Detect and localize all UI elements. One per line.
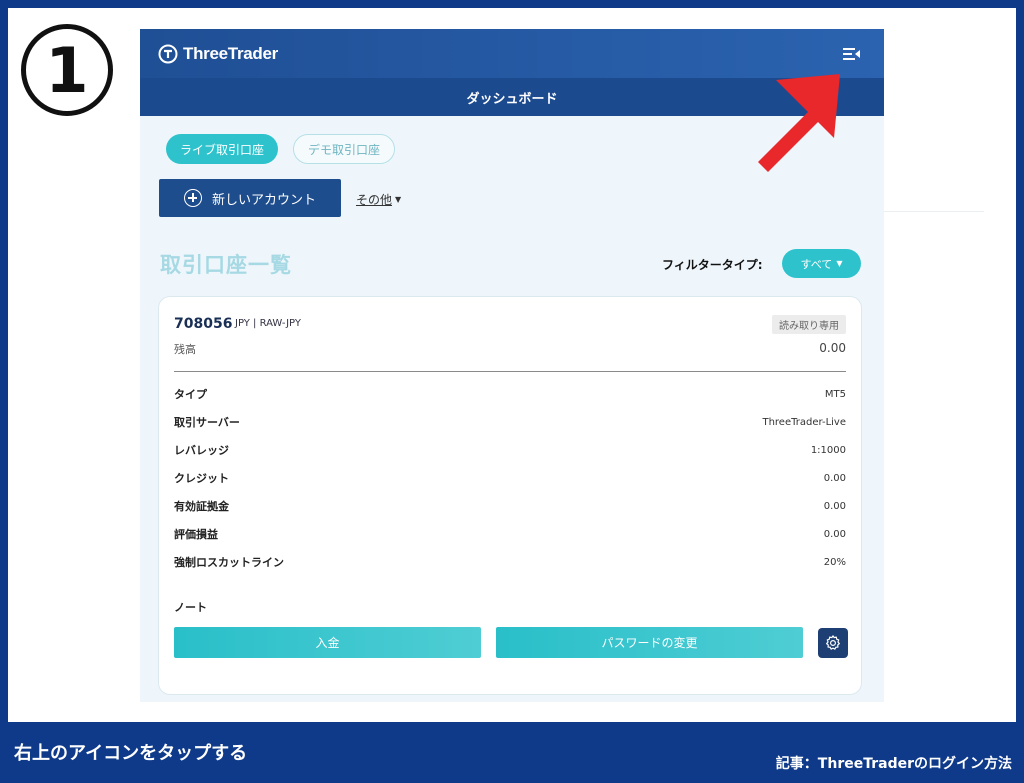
tab-live-account[interactable]: ライブ取引口座: [166, 134, 279, 164]
detail-label: 取引サーバー: [174, 416, 240, 429]
gear-icon: [826, 634, 840, 650]
detail-row-leverage: レバレッジ 1:1000: [174, 443, 846, 457]
change-password-button[interactable]: パスワードの変更: [496, 627, 803, 658]
account-meta: JPY | RAW-JPY: [235, 318, 301, 329]
caret-down-icon: ▼: [836, 259, 843, 268]
step-number-badge: 1: [21, 24, 113, 116]
threetrader-logo-icon: [158, 44, 178, 63]
detail-row-type: タイプ MT5: [174, 387, 846, 401]
balance-label: 残高: [174, 343, 196, 356]
detail-label: タイプ: [174, 388, 207, 401]
filter-type-label: フィルタータイプ:: [662, 258, 763, 272]
step-number: 1: [45, 33, 89, 107]
detail-value: 20%: [823, 556, 846, 568]
plus-circle-icon: [183, 189, 202, 207]
account-id: 708056: [174, 316, 233, 332]
dashboard-title: ダッシュボード: [466, 91, 558, 107]
tab-demo-account[interactable]: デモ取引口座: [293, 134, 396, 164]
red-arrow-icon: [758, 74, 840, 172]
brand-logo[interactable]: ThreeTrader: [158, 44, 278, 64]
deposit-button[interactable]: 入金: [174, 627, 481, 658]
read-only-badge: 読み取り専用: [772, 315, 846, 334]
detail-row-pnl: 評価損益 0.00: [174, 527, 846, 541]
filter-type-dropdown[interactable]: すべて ▼: [782, 249, 861, 278]
detail-value: ThreeTrader-Live: [762, 416, 846, 428]
detail-value: 0.00: [823, 528, 846, 540]
caption-article: 記事：ThreeTraderのログイン方法: [775, 756, 1012, 772]
account-type-tabs: ライブ取引口座 デモ取引口座: [166, 134, 396, 164]
new-account-label: 新しいアカウント: [211, 192, 316, 208]
balance-value: 0.00: [819, 341, 846, 355]
settings-button[interactable]: [818, 627, 848, 658]
filter-type-value: すべて: [800, 257, 833, 271]
detail-label: 強制ロスカットライン: [174, 556, 284, 569]
detail-value: MT5: [824, 388, 846, 400]
divider: [174, 371, 846, 372]
others-dropdown[interactable]: その他 ▼: [356, 191, 401, 208]
note-label: ノート: [174, 601, 207, 614]
brand-name: ThreeTrader: [183, 43, 278, 63]
divider: [884, 211, 984, 212]
caption-instruction: 右上のアイコンをタップする: [14, 743, 248, 764]
detail-row-stopout: 強制ロスカットライン 20%: [174, 555, 846, 569]
detail-label: レバレッジ: [174, 444, 229, 457]
account-card: 708056 JPY | RAW-JPY 読み取り専用 残高 0.00 タイプ …: [158, 296, 862, 695]
detail-label: 評価損益: [174, 528, 218, 541]
caret-down-icon: ▼: [395, 195, 402, 204]
others-label: その他: [356, 193, 393, 207]
account-list-title: 取引口座一覧: [160, 253, 292, 277]
detail-row-server: 取引サーバー ThreeTrader-Live: [174, 415, 846, 429]
detail-value: 0.00: [823, 500, 846, 512]
detail-value: 0.00: [823, 472, 846, 484]
account-actions: 入金 パスワードの変更: [174, 627, 848, 658]
detail-value: 1:1000: [810, 444, 846, 456]
detail-label: クレジット: [174, 472, 229, 485]
detail-row-equity: 有効証拠金 0.00: [174, 499, 846, 513]
detail-row-credit: クレジット 0.00: [174, 471, 846, 485]
detail-label: 有効証拠金: [174, 500, 229, 513]
new-account-button[interactable]: 新しいアカウント: [159, 179, 341, 217]
